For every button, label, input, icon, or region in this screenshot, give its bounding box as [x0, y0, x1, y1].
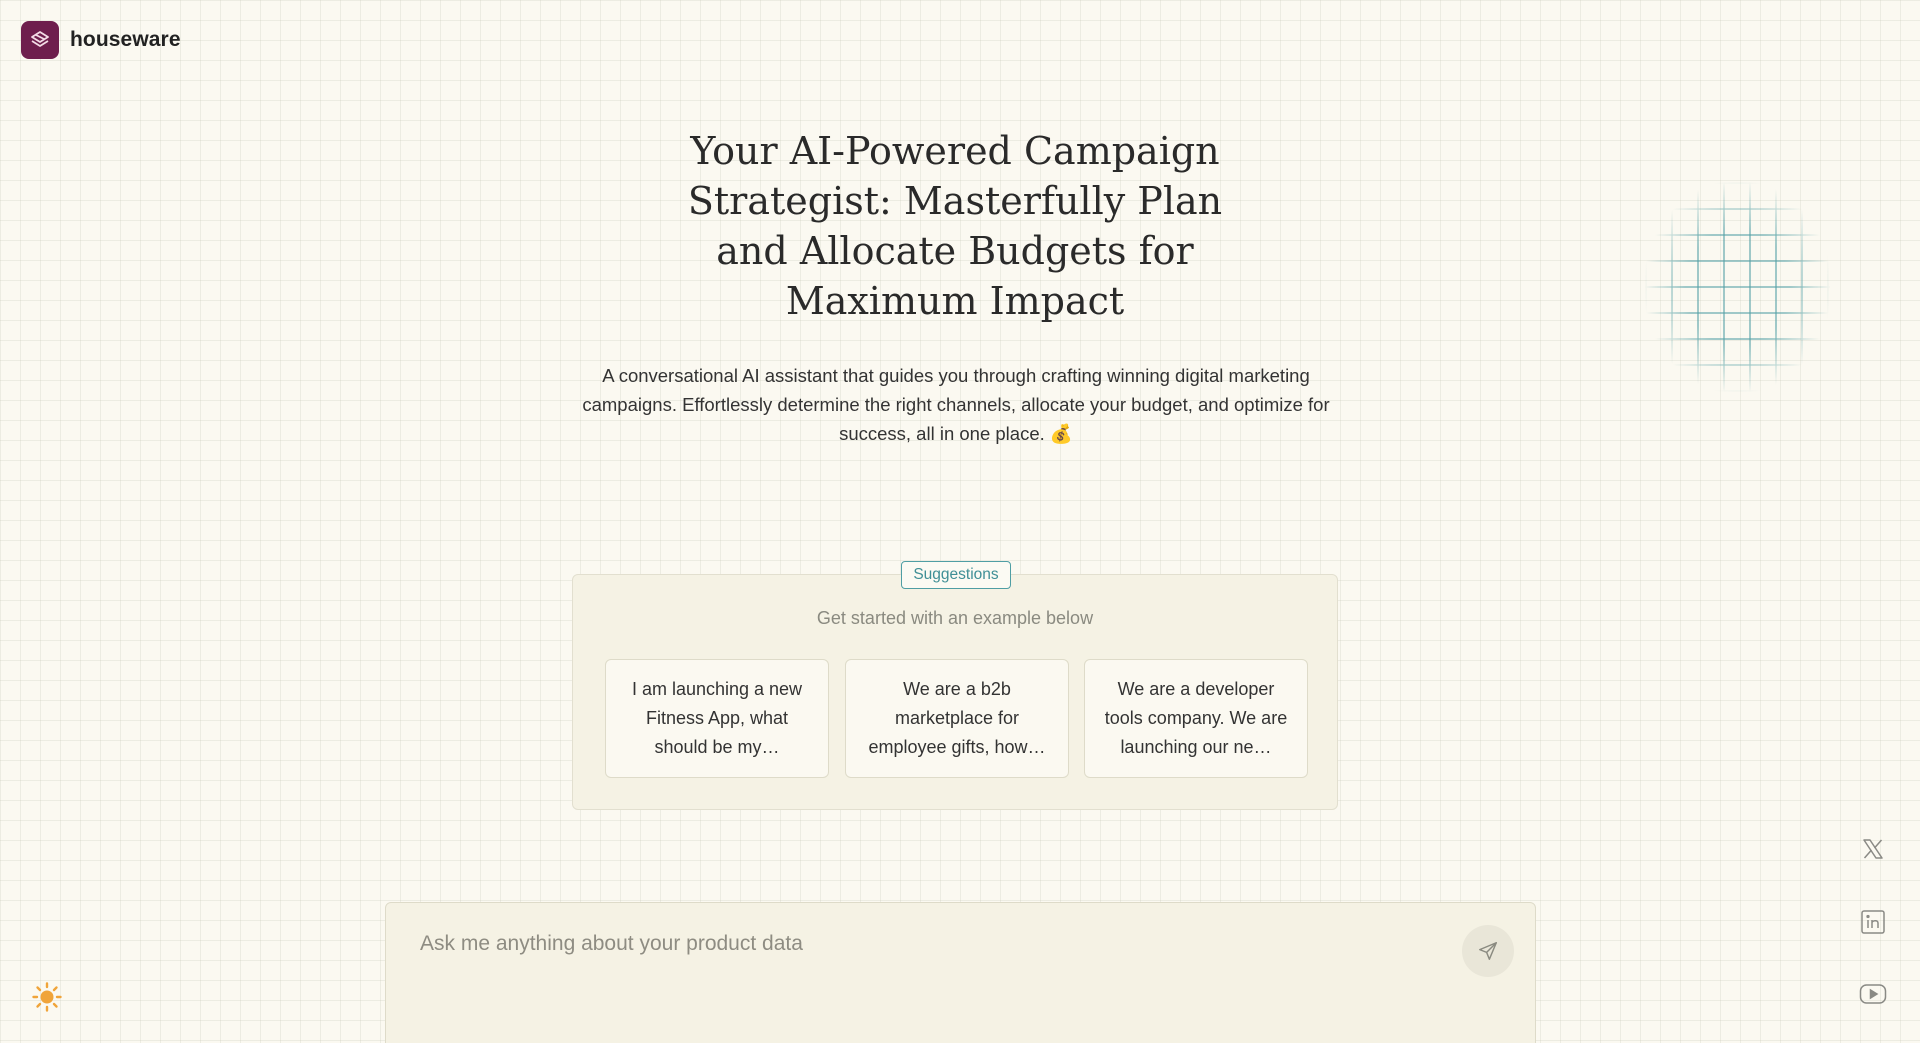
- theme-toggle-button[interactable]: [29, 979, 65, 1015]
- x-twitter-icon: [1863, 839, 1883, 859]
- suggestion-card-fitness-app[interactable]: I am launching a new Fitness App, what s…: [605, 659, 829, 778]
- page-subtitle: A conversational AI assistant that guide…: [582, 365, 1330, 444]
- page-title: Your AI-Powered Campaign Strategist: Mas…: [687, 129, 1223, 323]
- suggestion-label: We are a b2b marketplace for employee gi…: [868, 679, 1046, 757]
- sun-icon: [32, 982, 62, 1012]
- send-button[interactable]: [1462, 925, 1514, 977]
- suggestions-prompt: Get started with an example below: [816, 608, 1094, 628]
- chat-input[interactable]: [420, 929, 1400, 959]
- chat-composer: [385, 902, 1536, 1043]
- brand[interactable]: houseware: [21, 21, 181, 59]
- x-twitter-link[interactable]: [1856, 832, 1890, 866]
- decorative-grid: [1645, 182, 1830, 392]
- linkedin-icon: [1861, 910, 1885, 934]
- layers-logo-icon: [21, 21, 59, 59]
- brand-name: houseware: [70, 28, 181, 51]
- suggestions-badge: Suggestions: [901, 561, 1011, 589]
- suggestion-label: I am launching a new Fitness App, what s…: [631, 679, 803, 757]
- youtube-icon: [1859, 984, 1887, 1004]
- send-icon: [1479, 942, 1497, 960]
- suggestion-card-b2b-marketplace[interactable]: We are a b2b marketplace for employee gi…: [845, 659, 1069, 778]
- youtube-link[interactable]: [1856, 977, 1890, 1011]
- suggestion-label: We are a developer tools company. We are…: [1104, 679, 1288, 757]
- linkedin-link[interactable]: [1856, 905, 1890, 939]
- suggestion-card-developer-tools[interactable]: We are a developer tools company. We are…: [1084, 659, 1308, 778]
